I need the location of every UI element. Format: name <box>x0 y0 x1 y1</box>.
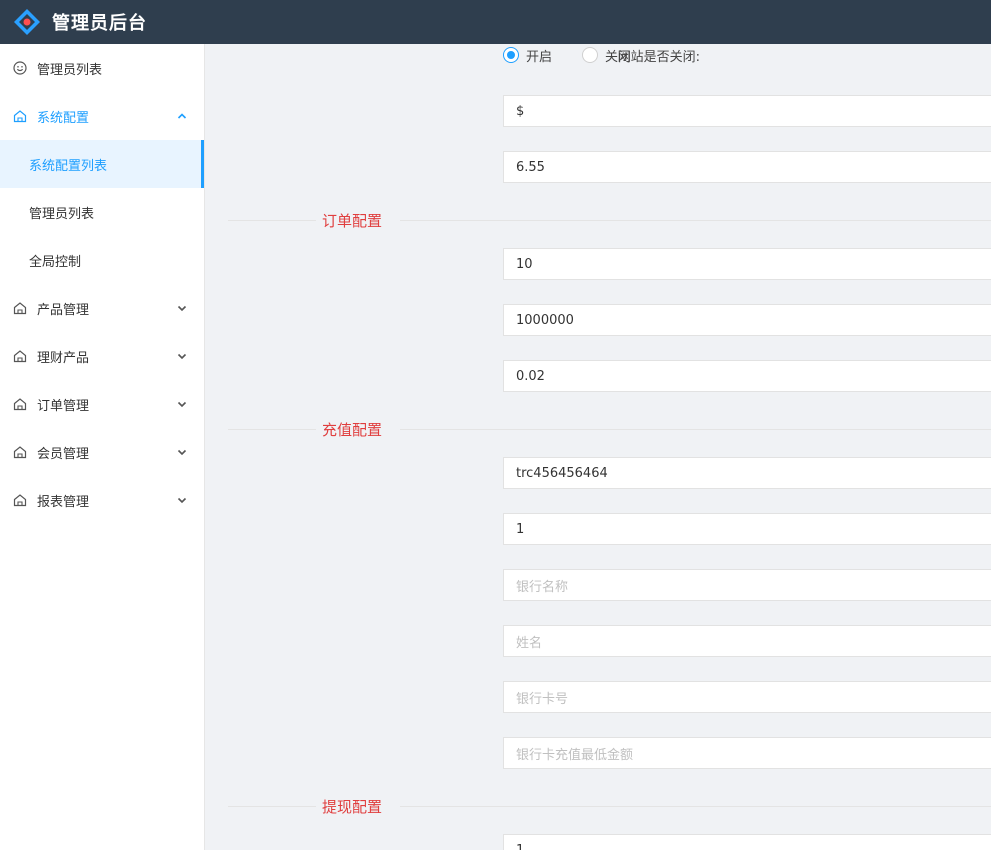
form-row-max-order: 最高下单金额: 1000000 <box>206 304 991 336</box>
form-row-site-closed: 网站是否关闭: 开启 关闭 <box>206 44 991 71</box>
max-order-input[interactable]: 1000000 <box>503 304 991 336</box>
section-title: 充值配置 <box>322 420 383 439</box>
withdraw-min-input[interactable]: 1 <box>503 834 991 850</box>
sidebar-subitem-global-control[interactable]: 全局控制 <box>0 236 204 284</box>
sidebar-subitem-admin-list[interactable]: 管理员列表 <box>0 188 204 236</box>
logo-icon[interactable] <box>12 7 42 37</box>
home-icon <box>13 493 27 507</box>
chevron-down-icon <box>176 494 188 506</box>
section-title: 提现配置 <box>322 797 383 816</box>
order-fee-input[interactable]: 0.02 <box>503 360 991 392</box>
sidebar-item-system-config[interactable]: 系统配置 <box>0 92 204 140</box>
form-row-trc-rate: trc汇率: 6.55 <box>206 151 991 183</box>
form-row-order-fee: 订单手续费: 0.02 <box>206 360 991 392</box>
config-form: 网站是否关闭: 开启 关闭 统一前端金额标识: $ trc汇率: 6.55 订单… <box>206 44 991 850</box>
chevron-up-icon <box>176 110 188 122</box>
divider <box>228 805 316 807</box>
site-closed-radio-group: 开启 关闭 <box>503 46 661 65</box>
radio-closed-label[interactable]: 关闭 <box>605 46 631 65</box>
sidebar-item-product-management[interactable]: 产品管理 <box>0 284 204 332</box>
chevron-down-icon <box>176 302 188 314</box>
top-header: 管理员后台 <box>0 0 991 44</box>
sidebar-item-order-management[interactable]: 订单管理 <box>0 380 204 428</box>
section-withdraw-config: 提现配置 <box>228 796 991 816</box>
chevron-down-icon <box>176 446 188 458</box>
form-row-bank-card: 银行卡号: 银行卡号 <box>206 681 991 713</box>
radio-open-label[interactable]: 开启 <box>526 46 552 65</box>
trc-min-input[interactable]: 1 <box>503 513 991 545</box>
sidebar-item-label: 订单管理 <box>37 398 90 414</box>
sidebar-item-label: 报表管理 <box>37 494 90 510</box>
section-recharge-config: 充值配置 <box>228 419 991 439</box>
sidebar-item-label: 系统配置 <box>37 110 90 126</box>
sidebar-item-label: 理财产品 <box>37 350 90 366</box>
divider <box>400 219 991 221</box>
sidebar-item-admin-list[interactable]: 管理员列表 <box>0 44 204 92</box>
holder-name-input[interactable]: 姓名 <box>503 625 991 657</box>
home-icon <box>13 109 27 123</box>
home-icon <box>13 397 27 411</box>
radio-closed[interactable] <box>582 47 599 63</box>
trc-rate-input[interactable]: 6.55 <box>503 151 991 183</box>
form-row-bank-name: 银行名称: 银行名称 <box>206 569 991 601</box>
app-title: 管理员后台 <box>52 13 147 34</box>
sidebar-item-wealth-products[interactable]: 理财产品 <box>0 332 204 380</box>
divider <box>400 428 991 430</box>
bank-name-input[interactable]: 银行名称 <box>503 569 991 601</box>
home-icon <box>13 301 27 315</box>
radio-open[interactable] <box>503 47 519 63</box>
divider <box>400 805 991 807</box>
bank-card-input[interactable]: 银行卡号 <box>503 681 991 713</box>
divider <box>228 219 316 221</box>
min-order-input[interactable]: 10 <box>503 248 991 280</box>
form-row-min-order: 最低下单金额: 10 <box>206 248 991 280</box>
sidebar-subitem-system-config-list[interactable]: 系统配置列表 <box>0 140 204 188</box>
sidebar-item-label: 会员管理 <box>37 446 90 462</box>
trc-address-input[interactable]: trc456456464 <box>503 457 991 489</box>
form-row-trc-min: trc充值最低金额: 1 <box>206 513 991 545</box>
smile-icon <box>13 61 27 75</box>
form-row-holder-name: 姓名: 姓名 <box>206 625 991 657</box>
form-row-withdraw-min: 提现最低金额: 1 <box>206 834 991 850</box>
chevron-down-icon <box>176 350 188 362</box>
sidebar-item-report-management[interactable]: 报表管理 <box>0 476 204 524</box>
form-row-currency-symbol: 统一前端金额标识: $ <box>206 95 991 127</box>
home-icon <box>13 445 27 459</box>
sidebar-item-label: 管理员列表 <box>37 62 103 78</box>
chevron-down-icon <box>176 398 188 410</box>
currency-symbol-input[interactable]: $ <box>503 95 991 127</box>
sidebar-item-label: 产品管理 <box>37 302 90 318</box>
divider <box>228 428 316 430</box>
sidebar: 管理员列表 系统配置 系统配置列表 管理员列表 全局控制 产品管理 理财产品 订… <box>0 44 205 850</box>
bank-min-input[interactable]: 银行卡充值最低金额 <box>503 737 991 769</box>
home-icon <box>13 349 27 363</box>
sidebar-item-member-management[interactable]: 会员管理 <box>0 428 204 476</box>
section-title: 订单配置 <box>322 211 383 230</box>
section-order-config: 订单配置 <box>228 210 991 230</box>
form-row-trc-address: trc充值地址: trc456456464 <box>206 457 991 489</box>
form-row-bank-min: 银行卡充值最低金额: 银行卡充值最低金额 <box>206 737 991 769</box>
